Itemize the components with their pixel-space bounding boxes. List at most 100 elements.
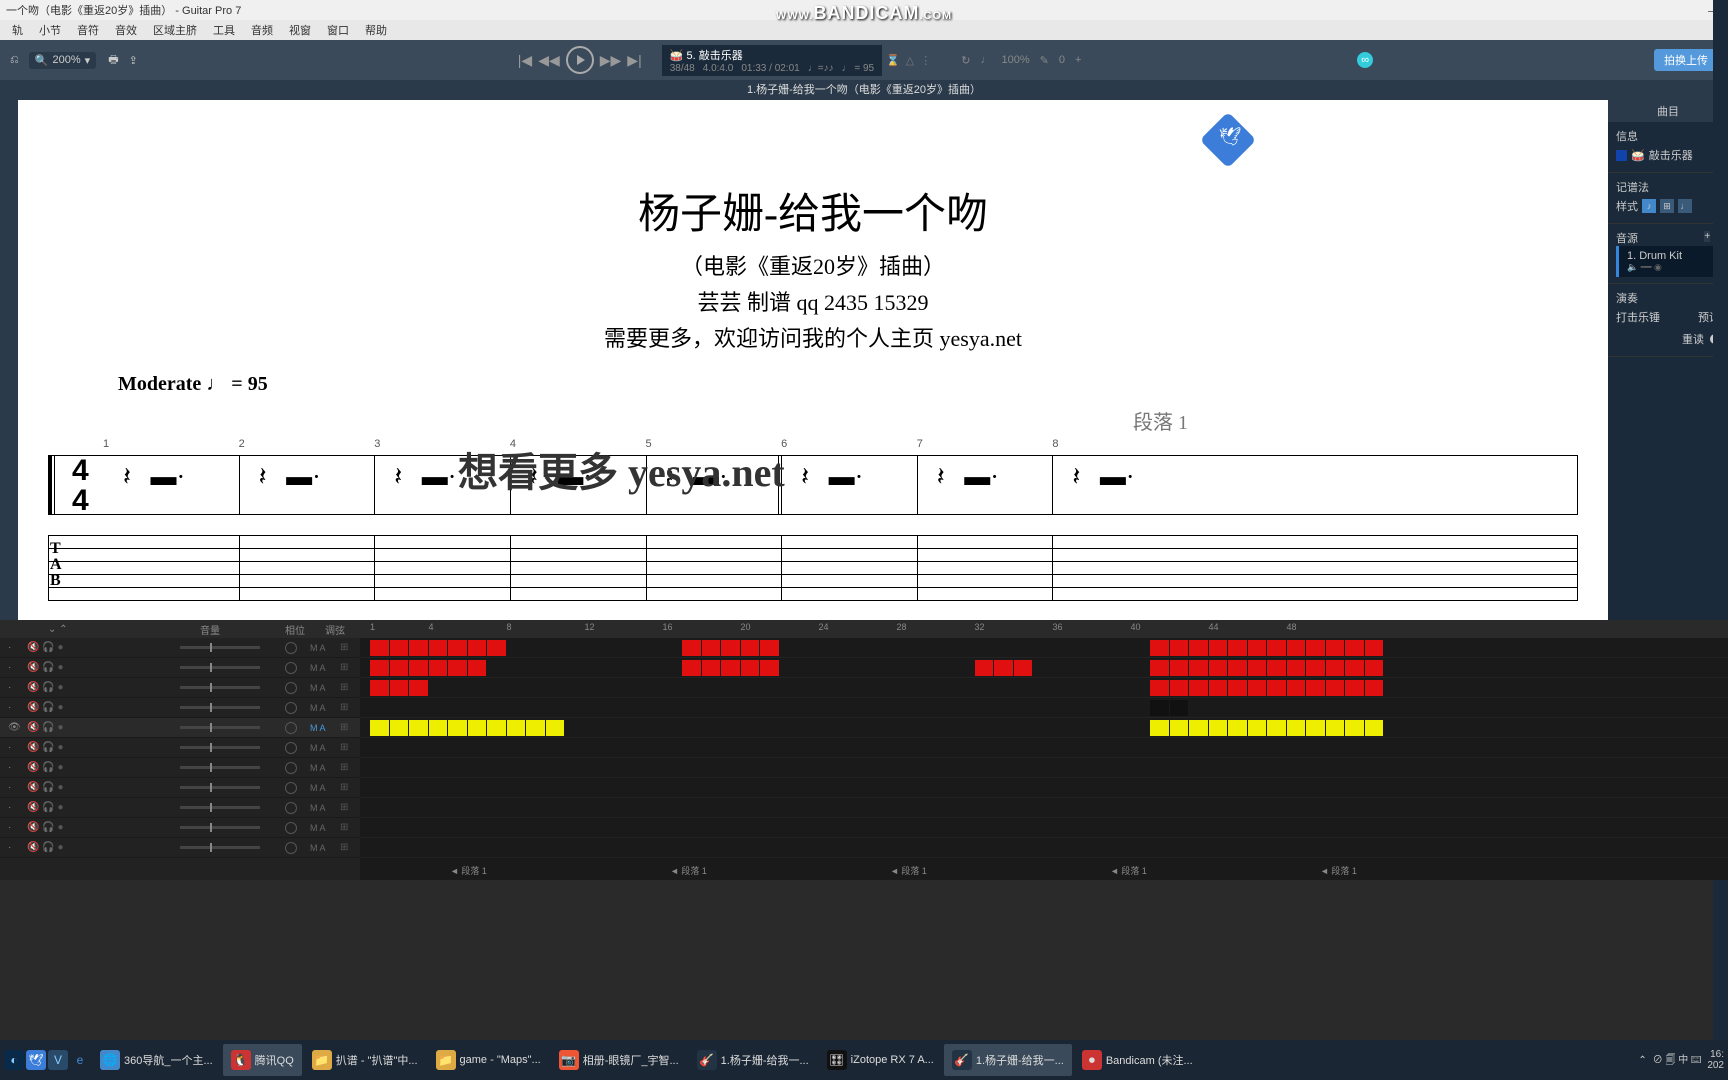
volume-slider[interactable] xyxy=(180,726,260,729)
volume-slider[interactable] xyxy=(180,686,260,689)
track-icons[interactable]: 🔇 🎧 ● xyxy=(27,762,64,773)
track-icons[interactable]: 🔇 🎧 ● xyxy=(27,722,64,733)
tune-icon[interactable]: ⊞ xyxy=(340,842,348,853)
grid-cell[interactable] xyxy=(1228,660,1247,676)
perf-header[interactable]: 演奏 xyxy=(1616,290,1720,306)
grid-cell[interactable] xyxy=(975,660,994,676)
track-row[interactable]: · 🔇 🎧 ● M A ⊞ xyxy=(0,638,360,658)
start-icon[interactable]: ◐ xyxy=(4,1050,24,1070)
taskbar-item[interactable]: 📷相册-眼镜厂_宇智... xyxy=(551,1044,687,1076)
menu-帮助[interactable]: 帮助 xyxy=(357,22,395,38)
taskbar-item[interactable]: 🌐360导航_一个主... xyxy=(92,1044,221,1076)
info-header[interactable]: 信息 xyxy=(1616,128,1720,144)
grid-cell[interactable] xyxy=(682,640,701,656)
pan-knob[interactable] xyxy=(285,742,297,754)
track-row[interactable]: · 🔇 🎧 ● M A ⊞ xyxy=(0,658,360,678)
staff-system[interactable]: 4 4 1𝄽 ▬·2𝄽 ▬·3𝄽 ▬·4𝄽 ▬·5𝄽 ▬·6𝄽 ▬·7𝄽 ▬·8… xyxy=(38,445,1588,605)
tune-icon[interactable]: ⊞ xyxy=(340,702,348,713)
volume-slider[interactable] xyxy=(180,806,260,809)
pan-knob[interactable] xyxy=(285,702,297,714)
grid-cell[interactable] xyxy=(1150,700,1169,716)
grid-cell[interactable] xyxy=(1150,720,1169,736)
grid-cell[interactable] xyxy=(1209,640,1228,656)
menu-小节[interactable]: 小节 xyxy=(31,22,69,38)
grid-cell[interactable] xyxy=(1306,680,1325,696)
grid-cell[interactable] xyxy=(1209,720,1228,736)
section-marker[interactable]: ◄ 段落 1 xyxy=(1110,864,1147,877)
section-marker[interactable]: ◄ 段落 1 xyxy=(450,864,487,877)
grid-cell[interactable] xyxy=(409,680,428,696)
sound-header[interactable]: 音源 xyxy=(1616,230,1638,246)
grid-cell[interactable] xyxy=(994,660,1013,676)
style-opt-1[interactable]: ♪ xyxy=(1642,199,1656,213)
grid-cell[interactable] xyxy=(370,720,389,736)
tune-icon[interactable]: ⊞ xyxy=(340,682,348,693)
grid-cell[interactable] xyxy=(1267,680,1286,696)
play-button[interactable] xyxy=(566,46,594,74)
tune-icon[interactable]: ⊞ xyxy=(340,742,348,753)
grid-cell[interactable] xyxy=(1326,640,1345,656)
grid-cell[interactable] xyxy=(1345,660,1364,676)
tuning-icon[interactable]: ✎ xyxy=(1040,54,1049,67)
volume-slider[interactable] xyxy=(180,786,260,789)
grid-cell[interactable] xyxy=(390,640,409,656)
grid-cell[interactable] xyxy=(370,640,389,656)
sound-track-item[interactable]: 1. Drum Kit 🔈 ━━ ◉ xyxy=(1616,246,1720,277)
pan-knob[interactable] xyxy=(285,722,297,734)
track-icons[interactable]: 🔇 🎧 ● xyxy=(27,782,64,793)
taskbar-item[interactable]: 🎛iZotope RX 7 A... xyxy=(819,1044,942,1076)
pan-knob[interactable] xyxy=(285,842,297,854)
visibility-icon[interactable]: · xyxy=(8,682,22,693)
grid-cell[interactable] xyxy=(370,680,389,696)
track-icons[interactable]: 🔇 🎧 ● xyxy=(27,802,64,813)
ma-buttons[interactable]: M A xyxy=(310,703,326,713)
grid-cell[interactable] xyxy=(1326,720,1345,736)
tray-chevron[interactable]: ⌃ xyxy=(1638,1055,1646,1066)
visibility-icon[interactable]: · xyxy=(8,742,22,753)
grid-cell[interactable] xyxy=(468,640,487,656)
track-icons[interactable]: 🔇 🎧 ● xyxy=(27,662,64,673)
grid-cell[interactable] xyxy=(1365,680,1384,696)
more-icon[interactable]: ⋮ xyxy=(920,54,931,67)
track-row[interactable]: · 🔇 🎧 ● M A ⊞ xyxy=(0,758,360,778)
grid-cell[interactable] xyxy=(448,660,467,676)
grid-cell[interactable] xyxy=(1209,660,1228,676)
style-opt-2[interactable]: ⊞ xyxy=(1660,199,1674,213)
upload-button[interactable]: 拍换上传 xyxy=(1654,49,1718,71)
grid-cell[interactable] xyxy=(682,660,701,676)
grid-cell[interactable] xyxy=(1014,660,1033,676)
grid-cell[interactable] xyxy=(1287,660,1306,676)
print-icon[interactable]: 🖶 xyxy=(108,51,118,70)
visibility-icon[interactable]: · xyxy=(8,662,22,673)
ma-buttons[interactable]: M A xyxy=(310,663,326,673)
grid-cell[interactable] xyxy=(390,660,409,676)
grid-cell[interactable] xyxy=(1306,720,1325,736)
visibility-icon[interactable]: · xyxy=(8,642,22,653)
system-tray[interactable]: ⌃ ⊘ 🗐 中 ⌨ 16: 202 xyxy=(1638,1049,1724,1071)
track-icons[interactable]: 🔇 🎧 ● xyxy=(27,842,64,853)
instrument-row[interactable]: 🥁 敲击乐器 xyxy=(1616,144,1720,166)
zoom-control[interactable]: 🔍 200% ▾ xyxy=(29,52,96,69)
track-display[interactable]: 🥁 5. 敲击乐器 38/48 4.0:4.0 01:33 / 02:01 ♩=… xyxy=(662,45,882,76)
menu-区域主脐[interactable]: 区域主脐 xyxy=(145,22,205,38)
grid-cell[interactable] xyxy=(1228,720,1247,736)
pan-knob[interactable] xyxy=(285,762,297,774)
grid-cell[interactable] xyxy=(526,720,545,736)
grid-cell[interactable] xyxy=(1267,660,1286,676)
menu-音符[interactable]: 音符 xyxy=(69,22,107,38)
volume-slider[interactable] xyxy=(180,666,260,669)
grid-cell[interactable] xyxy=(1345,680,1364,696)
taskbar-item[interactable]: 🐧腾讯QQ xyxy=(223,1044,302,1076)
start-icon[interactable]: V xyxy=(48,1050,68,1070)
volume-slider[interactable] xyxy=(180,706,260,709)
grid-cell[interactable] xyxy=(429,640,448,656)
pan-knob[interactable] xyxy=(285,642,297,654)
grid-cell[interactable] xyxy=(741,660,760,676)
grid-cell[interactable] xyxy=(721,640,740,656)
ma-buttons[interactable]: M A xyxy=(310,743,326,753)
grid-cell[interactable] xyxy=(1189,720,1208,736)
visibility-icon[interactable]: · xyxy=(8,842,22,853)
pan-knob[interactable] xyxy=(285,802,297,814)
grid-cell[interactable] xyxy=(390,720,409,736)
skip-end-icon[interactable]: ▶| xyxy=(627,52,641,69)
